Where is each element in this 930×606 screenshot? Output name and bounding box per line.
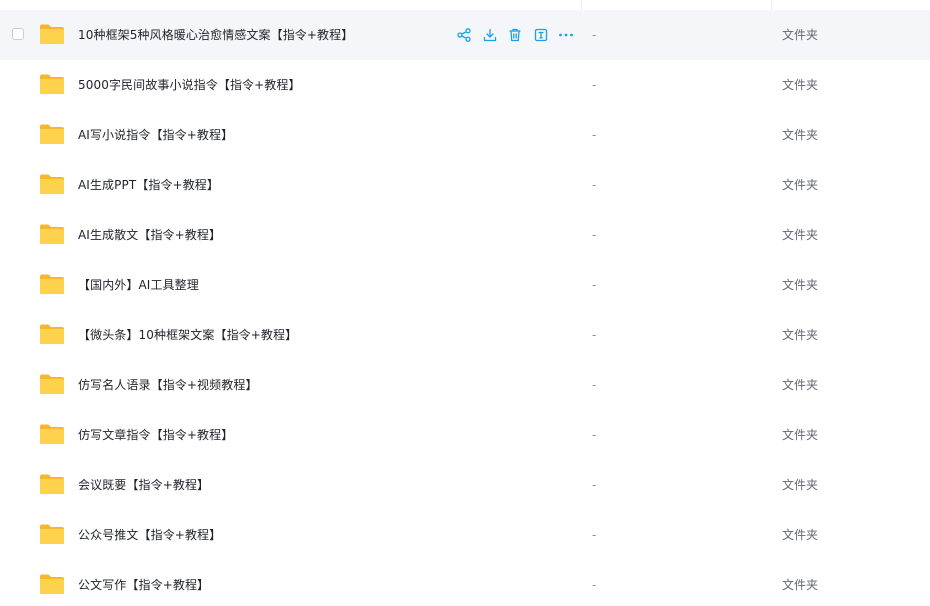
delete-icon[interactable] xyxy=(507,27,523,43)
folder-icon xyxy=(40,474,64,494)
file-row[interactable]: AI写小说指令【指令+教程】 - 文件夹 xyxy=(0,110,930,160)
folder-icon xyxy=(40,374,64,394)
file-name[interactable]: AI生成散文【指令+教程】 xyxy=(78,210,221,260)
file-type: 文件夹 xyxy=(782,78,819,92)
folder-icon xyxy=(40,424,64,444)
file-type: 文件夹 xyxy=(782,578,819,592)
file-type: 文件夹 xyxy=(782,228,819,242)
file-name[interactable]: AI生成PPT【指令+教程】 xyxy=(78,160,219,210)
file-size: - xyxy=(592,528,597,542)
file-row[interactable]: 会议既要【指令+教程】 - 文件夹 xyxy=(0,460,930,510)
file-size: - xyxy=(592,278,597,292)
file-name[interactable]: 【微头条】10种框架文案【指令+教程】 xyxy=(78,310,297,360)
folder-icon xyxy=(40,74,64,94)
folder-icon xyxy=(40,574,64,594)
file-size: - xyxy=(592,228,597,242)
file-row[interactable]: 仿写文章指令【指令+教程】 - 文件夹 xyxy=(0,410,930,460)
file-size: - xyxy=(592,128,597,142)
file-name[interactable]: AI写小说指令【指令+教程】 xyxy=(78,110,233,160)
folder-icon xyxy=(40,324,64,344)
file-row[interactable]: 公众号推文【指令+教程】 - 文件夹 xyxy=(0,510,930,560)
file-type: 文件夹 xyxy=(782,178,819,192)
folder-icon xyxy=(40,224,64,244)
file-name[interactable]: 5000字民间故事小说指令【指令+教程】 xyxy=(78,60,301,110)
more-icon[interactable] xyxy=(558,27,574,43)
file-type: 文件夹 xyxy=(782,278,819,292)
file-type: 文件夹 xyxy=(782,378,819,392)
folder-icon xyxy=(40,174,64,194)
file-name[interactable]: 10种框架5种风格暖心治愈情感文案【指令+教程】 xyxy=(78,10,353,60)
column-divider[interactable] xyxy=(581,0,582,10)
file-size: - xyxy=(592,578,597,592)
folder-icon xyxy=(40,274,64,294)
row-checkbox[interactable] xyxy=(12,28,24,40)
file-size: - xyxy=(592,178,597,192)
file-row[interactable]: AI生成PPT【指令+教程】 - 文件夹 xyxy=(0,160,930,210)
file-row[interactable]: 仿写名人语录【指令+视频教程】 - 文件夹 xyxy=(0,360,930,410)
file-row[interactable]: 5000字民间故事小说指令【指令+教程】 - 文件夹 xyxy=(0,60,930,110)
file-name[interactable]: 仿写名人语录【指令+视频教程】 xyxy=(78,360,258,410)
file-type: 文件夹 xyxy=(782,128,819,142)
file-type: 文件夹 xyxy=(782,428,819,442)
rename-icon[interactable] xyxy=(533,27,549,43)
file-name[interactable]: 公文写作【指令+教程】 xyxy=(78,560,209,606)
file-size: - xyxy=(592,78,597,92)
file-type: 文件夹 xyxy=(782,28,819,42)
file-row[interactable]: AI生成散文【指令+教程】 - 文件夹 xyxy=(0,210,930,260)
file-row[interactable]: 【微头条】10种框架文案【指令+教程】 - 文件夹 xyxy=(0,310,930,360)
file-size: - xyxy=(592,478,597,492)
file-name[interactable]: 【国内外】AI工具整理 xyxy=(78,260,199,310)
file-size: - xyxy=(592,328,597,342)
file-row[interactable]: 10种框架5种风格暖心治愈情感文案【指令+教程】 - 文件夹 xyxy=(0,10,930,60)
file-name[interactable]: 会议既要【指令+教程】 xyxy=(78,460,209,510)
file-size: - xyxy=(592,378,597,392)
download-icon[interactable] xyxy=(482,27,498,43)
folder-icon xyxy=(40,124,64,144)
column-divider[interactable] xyxy=(771,0,772,10)
file-type: 文件夹 xyxy=(782,328,819,342)
share-icon[interactable] xyxy=(456,27,472,43)
file-row[interactable]: 【国内外】AI工具整理 - 文件夹 xyxy=(0,260,930,310)
folder-icon xyxy=(40,24,64,44)
file-type: 文件夹 xyxy=(782,528,819,542)
file-row[interactable]: 公文写作【指令+教程】 - 文件夹 xyxy=(0,560,930,606)
file-list: 10种框架5种风格暖心治愈情感文案【指令+教程】 - 文件夹 5000字民间故事… xyxy=(0,0,930,606)
row-actions xyxy=(456,25,584,45)
file-name[interactable]: 仿写文章指令【指令+教程】 xyxy=(78,410,233,460)
file-type: 文件夹 xyxy=(782,478,819,492)
file-size: - xyxy=(592,28,597,42)
folder-icon xyxy=(40,524,64,544)
file-rows: 10种框架5种风格暖心治愈情感文案【指令+教程】 - 文件夹 5000字民间故事… xyxy=(0,10,930,606)
file-size: - xyxy=(592,428,597,442)
file-name[interactable]: 公众号推文【指令+教程】 xyxy=(78,510,221,560)
